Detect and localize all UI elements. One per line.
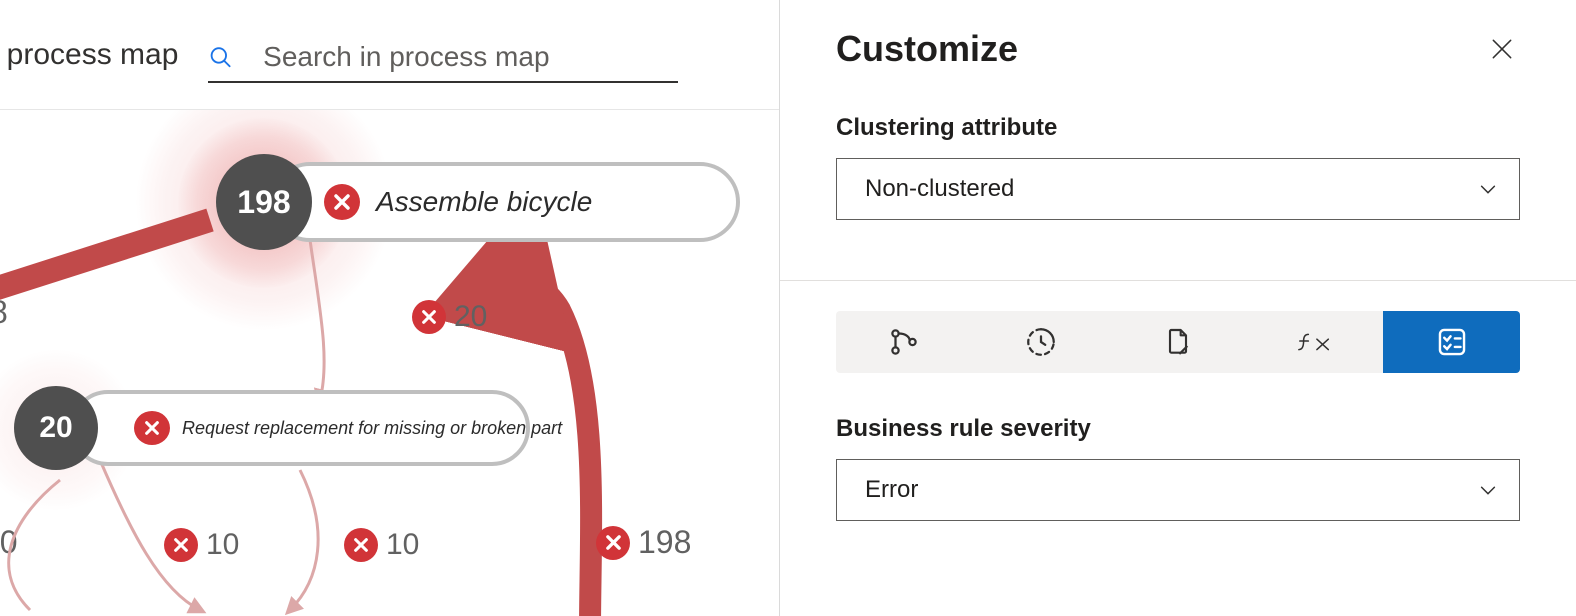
search-field[interactable] — [208, 33, 678, 83]
process-map-toolbar: t process map — [0, 0, 779, 110]
severity-select[interactable]: Error — [836, 459, 1520, 521]
clustering-label: Clustering attribute — [836, 114, 1520, 142]
error-icon — [412, 300, 446, 334]
process-node-replacement[interactable]: Request replacement for missing or broke… — [70, 390, 530, 466]
error-icon — [324, 184, 360, 220]
chevron-down-icon — [1477, 479, 1499, 501]
branch-icon — [887, 325, 921, 359]
severity-value: Error — [865, 476, 918, 504]
process-node-assemble[interactable]: Assemble bicycle — [270, 162, 740, 242]
tab-fx[interactable] — [1246, 311, 1383, 373]
process-node-count: 198 — [216, 154, 312, 250]
edge-count: 10 — [206, 528, 239, 562]
process-node-label: Assemble bicycle — [376, 186, 592, 218]
checklist-icon — [1435, 325, 1469, 359]
edge-count: 198 — [638, 524, 691, 561]
tab-checklist[interactable] — [1383, 311, 1520, 373]
error-icon — [596, 526, 630, 560]
edge-error-marker: 10 — [344, 528, 419, 562]
search-input[interactable] — [263, 41, 678, 73]
edge-count: 20 — [454, 300, 487, 334]
search-icon — [208, 43, 233, 71]
close-icon — [1489, 36, 1515, 62]
tab-document[interactable] — [1110, 311, 1247, 373]
clustering-value: Non-clustered — [865, 175, 1014, 203]
page-title: t process map — [0, 38, 208, 72]
edge-error-marker: 10 — [164, 528, 239, 562]
edge-error-marker: 20 — [412, 300, 487, 334]
process-node-count: 20 — [14, 386, 98, 470]
tab-clock[interactable] — [973, 311, 1110, 373]
process-map-pane: t process map — [0, 0, 780, 616]
clock-dashed-icon — [1024, 325, 1058, 359]
tab-branch[interactable] — [836, 311, 973, 373]
panel-title: Customize — [836, 28, 1018, 70]
edge-count: 10 — [386, 528, 419, 562]
fx-icon — [1296, 325, 1334, 359]
document-edit-icon — [1162, 326, 1194, 358]
panel-divider — [780, 280, 1576, 281]
edge-count: 8 — [0, 294, 8, 331]
clustering-select[interactable]: Non-clustered — [836, 158, 1520, 220]
customize-panel: Customize Clustering attribute Non-clust… — [780, 0, 1576, 616]
error-icon — [134, 411, 170, 445]
severity-label: Business rule severity — [836, 415, 1520, 443]
process-map-canvas[interactable]: Assemble bicycle 198 Request replacement… — [0, 110, 779, 616]
chevron-down-icon — [1477, 178, 1499, 200]
error-icon — [164, 528, 198, 562]
close-button[interactable] — [1484, 31, 1520, 67]
process-node-label: Request replacement for missing or broke… — [182, 418, 562, 439]
metric-tabs — [836, 311, 1520, 373]
error-icon — [344, 528, 378, 562]
edge-error-marker: 198 — [596, 524, 691, 561]
edge-count: 50 — [0, 524, 18, 561]
